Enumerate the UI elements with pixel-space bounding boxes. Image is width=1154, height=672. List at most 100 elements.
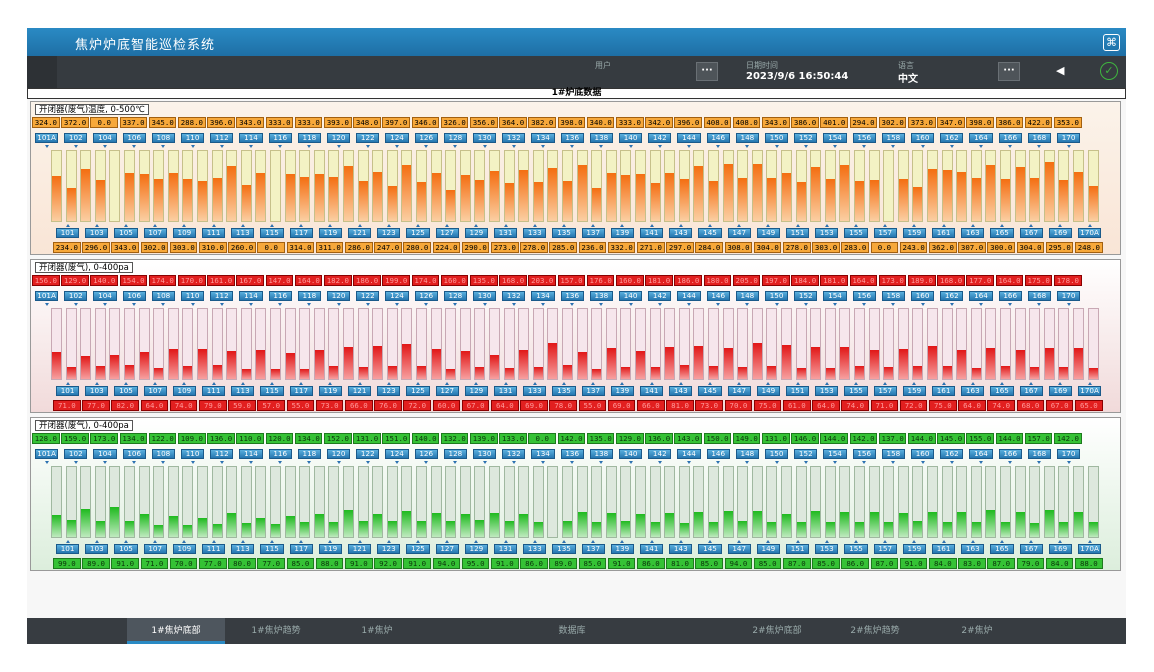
bottom-channel-badge[interactable]: 109 [172, 544, 196, 554]
top-channel-badge[interactable]: 118 [297, 291, 321, 301]
top-channel-badge[interactable]: 166 [998, 449, 1022, 459]
top-channel-badge[interactable]: 154 [823, 291, 847, 301]
bottom-channel-badge[interactable]: 151 [786, 386, 810, 396]
back-arrow-icon[interactable]: ◀ [1056, 64, 1064, 77]
top-channel-badge[interactable]: 114 [239, 449, 263, 459]
bottom-channel-badge[interactable]: 141 [640, 544, 664, 554]
top-channel-badge[interactable]: 158 [881, 291, 905, 301]
bottom-channel-badge[interactable]: 127 [435, 544, 459, 554]
bottom-channel-badge[interactable]: 163 [961, 386, 985, 396]
bottom-channel-badge[interactable]: 135 [552, 228, 576, 238]
bottom-channel-badge[interactable]: 123 [377, 544, 401, 554]
top-channel-badge[interactable]: 140 [619, 133, 643, 143]
bottom-channel-badge[interactable]: 119 [318, 228, 342, 238]
bottom-channel-badge[interactable]: 165 [990, 386, 1014, 396]
top-channel-badge[interactable]: 142 [648, 449, 672, 459]
top-channel-badge[interactable]: 142 [648, 291, 672, 301]
bottom-channel-badge[interactable]: 165 [990, 544, 1014, 554]
bottom-channel-badge[interactable]: 147 [727, 228, 751, 238]
top-channel-badge[interactable]: 162 [940, 133, 964, 143]
top-channel-badge[interactable]: 124 [385, 133, 409, 143]
top-channel-badge[interactable]: 148 [735, 291, 759, 301]
top-channel-badge[interactable]: 130 [473, 449, 497, 459]
bottom-channel-badge[interactable]: 107 [143, 544, 167, 554]
top-channel-badge[interactable]: 102 [64, 291, 88, 301]
top-channel-badge[interactable]: 101A [35, 449, 59, 459]
bottom-channel-badge[interactable]: 101 [56, 544, 80, 554]
bottom-channel-badge[interactable]: 155 [844, 386, 868, 396]
bottom-channel-badge[interactable]: 157 [873, 544, 897, 554]
bottom-channel-badge[interactable]: 117 [289, 386, 313, 396]
bottom-channel-badge[interactable]: 105 [114, 544, 138, 554]
bottom-channel-badge[interactable]: 141 [640, 228, 664, 238]
top-channel-badge[interactable]: 108 [151, 449, 175, 459]
bottom-channel-badge[interactable]: 165 [990, 228, 1014, 238]
bottom-channel-badge[interactable]: 170A [1078, 228, 1102, 238]
bottom-channel-badge[interactable]: 147 [727, 386, 751, 396]
bottom-channel-badge[interactable]: 139 [610, 386, 634, 396]
bottom-channel-badge[interactable]: 141 [640, 386, 664, 396]
bottom-channel-badge[interactable]: 119 [318, 544, 342, 554]
bottom-channel-badge[interactable]: 155 [844, 228, 868, 238]
top-channel-badge[interactable]: 146 [706, 291, 730, 301]
top-channel-badge[interactable]: 102 [64, 133, 88, 143]
nav-tab-6[interactable]: 2#焦炉趋势 [827, 618, 923, 644]
top-channel-badge[interactable]: 162 [940, 449, 964, 459]
bottom-channel-badge[interactable]: 127 [435, 386, 459, 396]
bottom-channel-badge[interactable]: 101 [56, 228, 80, 238]
bottom-channel-badge[interactable]: 113 [231, 386, 255, 396]
top-channel-badge[interactable]: 110 [181, 133, 205, 143]
top-channel-badge[interactable]: 140 [619, 449, 643, 459]
top-channel-badge[interactable]: 126 [414, 291, 438, 301]
bottom-channel-badge[interactable]: 137 [581, 544, 605, 554]
bottom-channel-badge[interactable]: 143 [669, 386, 693, 396]
bottom-channel-badge[interactable]: 157 [873, 386, 897, 396]
bottom-channel-badge[interactable]: 135 [552, 386, 576, 396]
top-channel-badge[interactable]: 122 [356, 133, 380, 143]
check-circle-icon[interactable]: ✓ [1100, 62, 1118, 80]
bottom-channel-badge[interactable]: 137 [581, 386, 605, 396]
top-channel-badge[interactable]: 110 [181, 291, 205, 301]
top-channel-badge[interactable]: 136 [560, 449, 584, 459]
top-channel-badge[interactable]: 152 [794, 133, 818, 143]
bottom-channel-badge[interactable]: 115 [260, 228, 284, 238]
top-channel-badge[interactable]: 106 [122, 291, 146, 301]
bottom-channel-badge[interactable]: 149 [756, 386, 780, 396]
bottom-channel-badge[interactable]: 137 [581, 228, 605, 238]
top-channel-badge[interactable]: 154 [823, 133, 847, 143]
top-channel-badge[interactable]: 122 [356, 291, 380, 301]
bottom-channel-badge[interactable]: 115 [260, 386, 284, 396]
bottom-channel-badge[interactable]: 169 [1048, 544, 1072, 554]
bottom-channel-badge[interactable]: 167 [1019, 228, 1043, 238]
top-channel-badge[interactable]: 142 [648, 133, 672, 143]
top-channel-badge[interactable]: 138 [589, 291, 613, 301]
bottom-channel-badge[interactable]: 170A [1078, 386, 1102, 396]
top-channel-badge[interactable]: 166 [998, 133, 1022, 143]
bottom-channel-badge[interactable]: 145 [698, 544, 722, 554]
bottom-channel-badge[interactable]: 133 [523, 544, 547, 554]
bottom-channel-badge[interactable]: 109 [172, 228, 196, 238]
top-channel-badge[interactable]: 158 [881, 133, 905, 143]
top-channel-badge[interactable]: 120 [327, 449, 351, 459]
top-channel-badge[interactable]: 122 [356, 449, 380, 459]
top-channel-badge[interactable]: 146 [706, 449, 730, 459]
bottom-channel-badge[interactable]: 103 [85, 228, 109, 238]
bottom-channel-badge[interactable]: 119 [318, 386, 342, 396]
bottom-channel-badge[interactable]: 133 [523, 386, 547, 396]
top-channel-badge[interactable]: 104 [93, 291, 117, 301]
top-channel-badge[interactable]: 156 [852, 449, 876, 459]
top-channel-badge[interactable]: 148 [735, 449, 759, 459]
top-channel-badge[interactable]: 168 [1027, 133, 1051, 143]
bottom-channel-badge[interactable]: 135 [552, 544, 576, 554]
top-channel-badge[interactable]: 106 [122, 133, 146, 143]
bottom-channel-badge[interactable]: 167 [1019, 544, 1043, 554]
bottom-channel-badge[interactable]: 123 [377, 228, 401, 238]
top-channel-badge[interactable]: 110 [181, 449, 205, 459]
top-channel-badge[interactable]: 160 [911, 449, 935, 459]
bottom-channel-badge[interactable]: 113 [231, 228, 255, 238]
top-channel-badge[interactable]: 132 [502, 133, 526, 143]
user-more-button[interactable]: ··· [696, 62, 718, 81]
fingerprint-icon[interactable]: ⌘ [1103, 34, 1120, 51]
top-channel-badge[interactable]: 170 [1057, 291, 1081, 301]
bottom-channel-badge[interactable]: 145 [698, 386, 722, 396]
